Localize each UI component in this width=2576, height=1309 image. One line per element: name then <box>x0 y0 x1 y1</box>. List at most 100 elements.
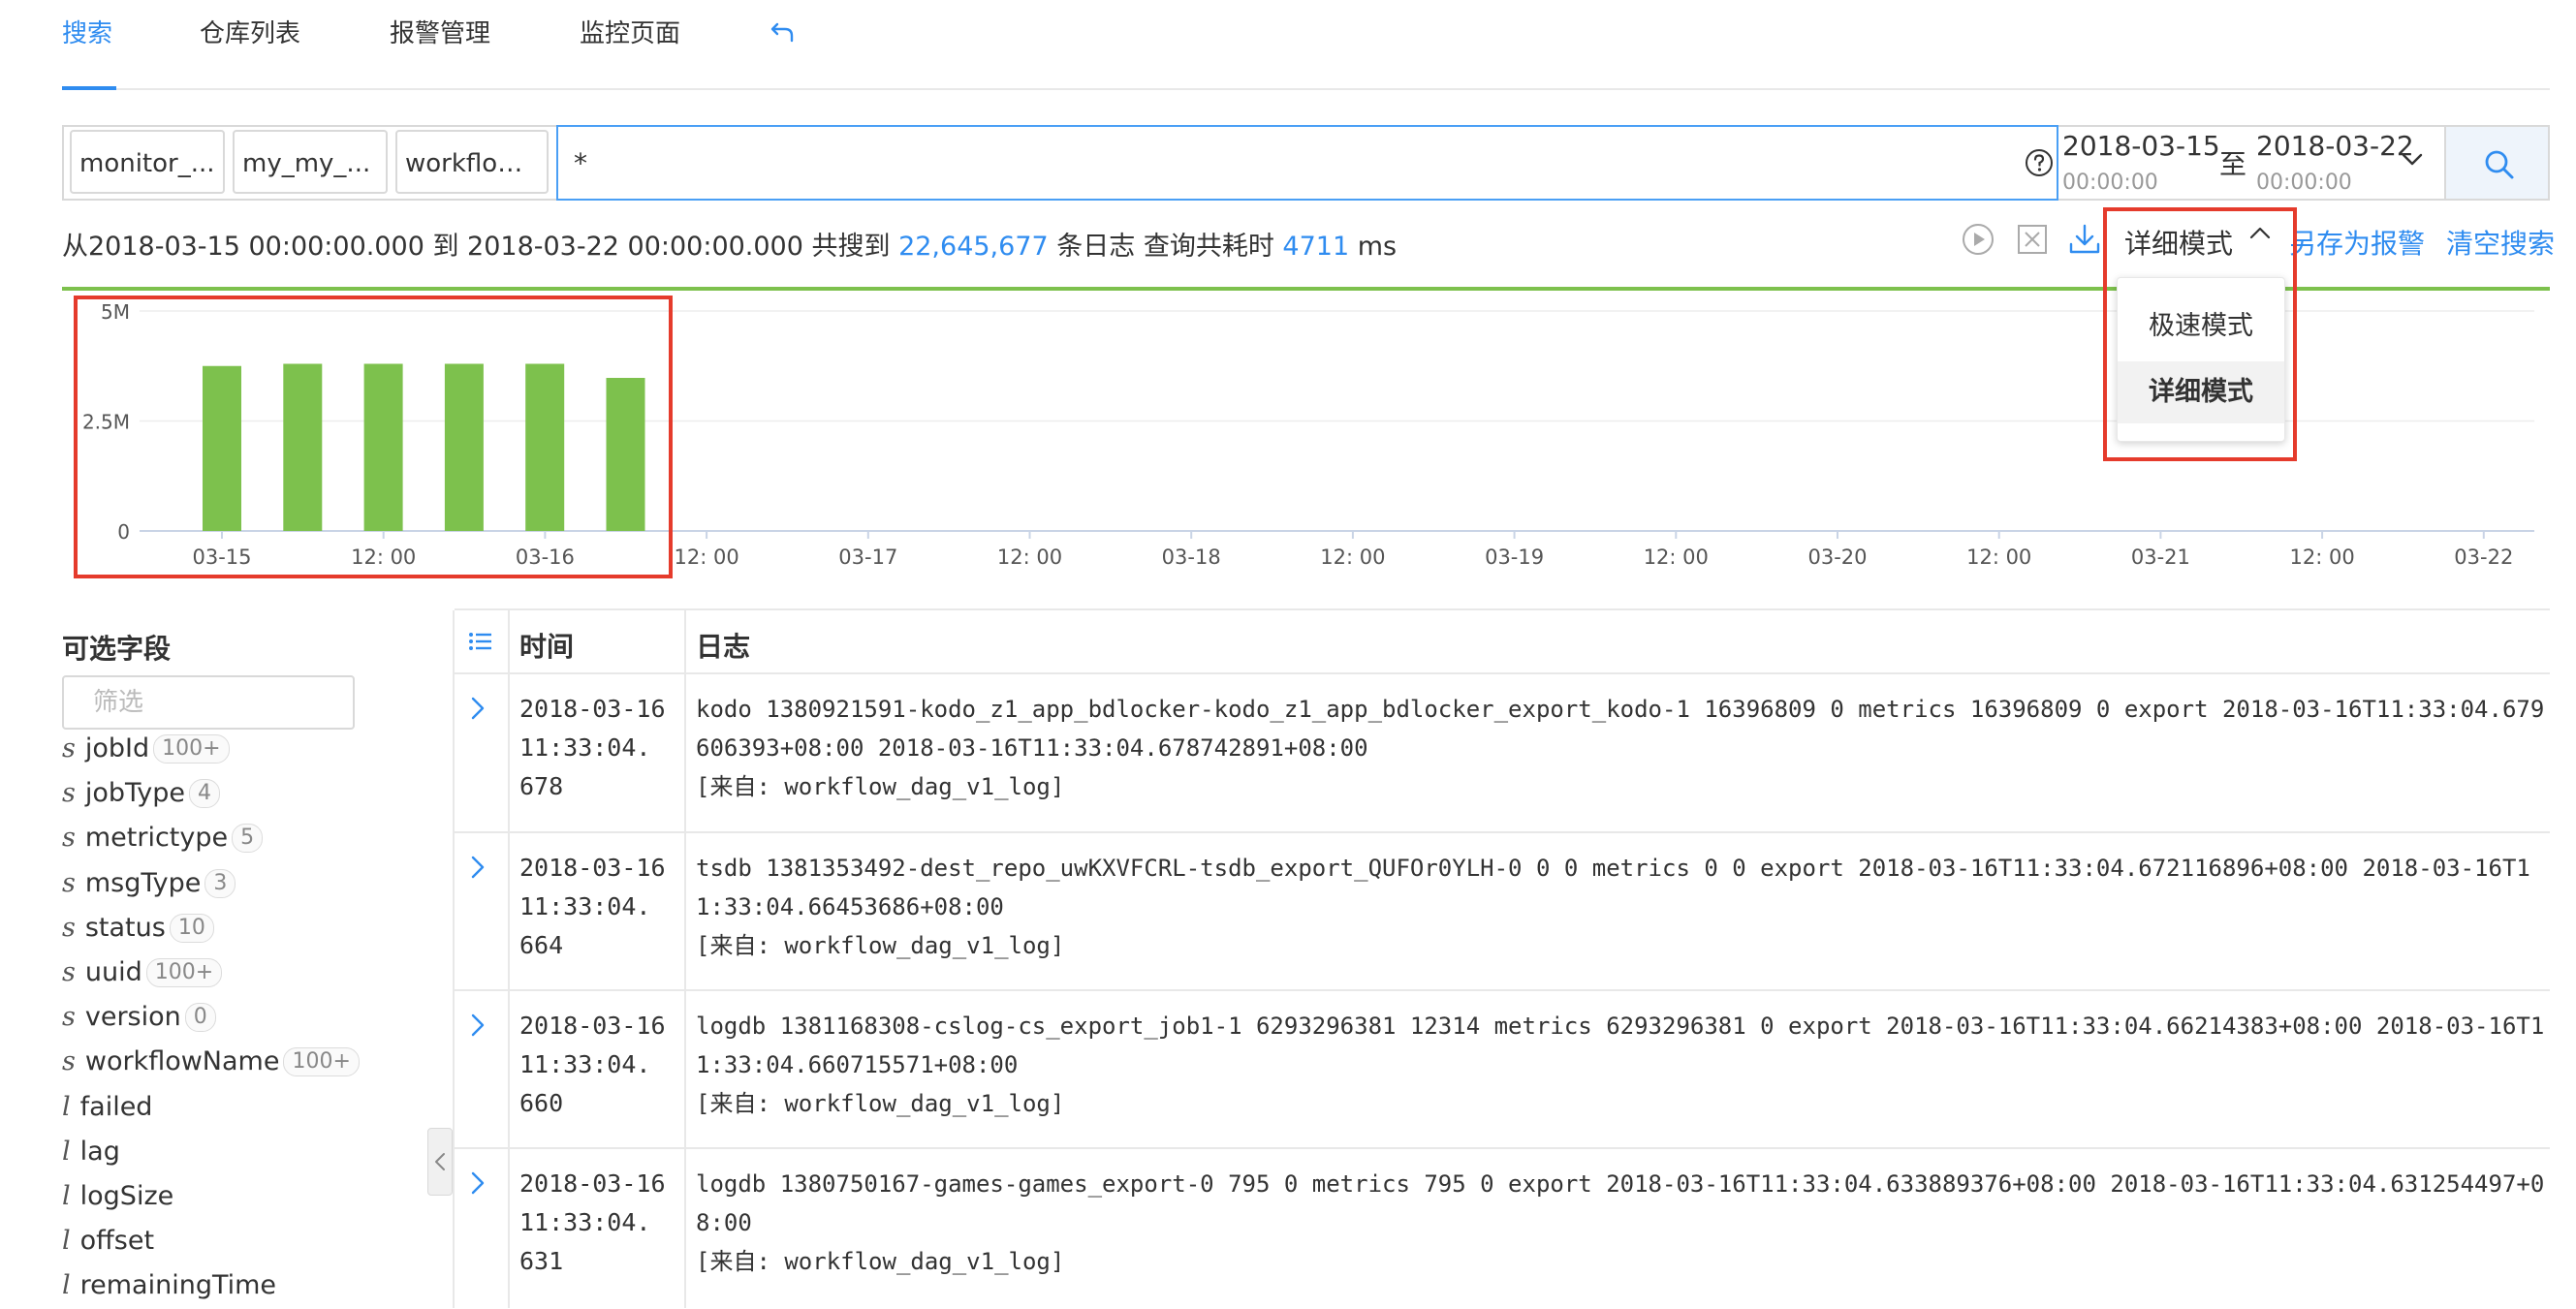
sidebar-collapse-handle[interactable] <box>427 1128 453 1196</box>
field-name: uuid <box>84 957 142 987</box>
chevron-right-icon[interactable] <box>465 696 490 721</box>
list-icon[interactable] <box>467 630 494 653</box>
search-summary: 从2018-03-15 00:00:00.000 到 2018-03-22 00… <box>62 225 1397 263</box>
field-item-remainingTime[interactable]: l remainingTime <box>62 1270 276 1309</box>
log-message-text: logdb 1381168308-cslog-cs_export_job1-1 … <box>696 1013 2545 1078</box>
field-item-offset[interactable]: l offset <box>62 1226 154 1264</box>
table-header-border <box>455 672 2550 674</box>
field-name: jobId <box>84 733 150 764</box>
field-name: logSize <box>79 1181 174 1211</box>
field-count-badge: 4 <box>189 779 221 809</box>
field-item-lag[interactable]: l lag <box>62 1137 120 1175</box>
date-to[interactable]: 2018-03-22 <box>2256 130 2414 162</box>
chevron-left-icon <box>435 1153 445 1170</box>
field-item-metrictype[interactable]: s metrictype 5 <box>62 823 264 861</box>
download-icon[interactable] <box>2066 221 2103 258</box>
time-from: 00:00:00 <box>2062 171 2158 195</box>
tab-alert-management[interactable]: 报警管理 <box>390 14 490 49</box>
chevron-down-icon[interactable] <box>2400 149 2425 169</box>
repo-tag-monitor[interactable]: monitor_... <box>70 130 225 194</box>
x-tick-label: 12: 00 <box>1966 545 2031 569</box>
field-type-marker: l <box>62 1136 71 1167</box>
chevron-right-icon[interactable] <box>465 1013 490 1038</box>
time-to: 00:00:00 <box>2256 171 2352 195</box>
x-tick-label: 03-19 <box>1485 545 1544 569</box>
chevron-right-icon[interactable] <box>465 1170 490 1196</box>
x-tick-label: 12: 00 <box>1320 545 1385 569</box>
column-header-log: 日志 <box>696 631 751 663</box>
field-name: workflowName <box>84 1046 280 1077</box>
field-item-workflowName[interactable]: s workflowName 100+ <box>62 1046 360 1085</box>
field-item-logSize[interactable]: l logSize <box>62 1181 173 1220</box>
field-name: offset <box>79 1226 155 1257</box>
log-time-line: 11:33:04. <box>519 1208 651 1236</box>
query-input[interactable] <box>556 125 2058 201</box>
log-time-cell: 2018-03-16 11:33:04. 664 <box>519 849 675 965</box>
summary-suffix: ms <box>1349 232 1398 262</box>
date-from[interactable]: 2018-03-15 <box>2062 130 2220 162</box>
table-top-border <box>455 608 2550 610</box>
column-divider <box>508 608 510 1308</box>
repo-tag-workflow[interactable]: workflow... <box>395 130 549 194</box>
row-separator <box>455 989 2550 991</box>
field-count-badge: 10 <box>169 913 214 943</box>
x-tick-label: 03-20 <box>1807 545 1867 569</box>
log-message-cell: kodo 1380921591-kodo_z1_app_bdlocker-kod… <box>696 690 2545 806</box>
tab-repo-list[interactable]: 仓库列表 <box>200 14 300 49</box>
tab-monitor-page[interactable]: 监控页面 <box>580 14 680 49</box>
field-item-version[interactable]: s version 0 <box>62 1002 216 1041</box>
search-button[interactable] <box>2446 125 2550 201</box>
field-type-marker: s <box>62 1002 76 1033</box>
log-time-cell: 2018-03-16 11:33:04. 660 <box>519 1007 675 1123</box>
close-box-icon[interactable] <box>2014 221 2051 258</box>
help-icon[interactable] <box>2024 147 2055 178</box>
field-type-marker: s <box>62 778 76 809</box>
tab-search[interactable]: 搜索 <box>62 14 112 49</box>
field-type-marker: l <box>62 1270 71 1301</box>
save-as-alert-link[interactable]: 另存为报警 <box>2289 223 2425 262</box>
field-item-failed[interactable]: l failed <box>62 1092 152 1131</box>
x-tick-label: 12: 00 <box>674 545 738 569</box>
field-count-badge: 3 <box>204 868 236 898</box>
x-tick-label: 03-22 <box>2454 545 2513 569</box>
log-time-line: 664 <box>519 931 564 959</box>
field-name: version <box>84 1002 181 1033</box>
chevron-right-icon[interactable] <box>465 855 490 880</box>
log-message-cell: logdb 1381168308-cslog-cs_export_job1-1 … <box>696 1007 2545 1123</box>
field-type-marker: s <box>62 823 76 854</box>
clear-search-link[interactable]: 清空搜索 <box>2446 223 2555 262</box>
field-item-jobId[interactable]: s jobId 100+ <box>62 733 230 772</box>
field-count-badge: 5 <box>232 824 264 854</box>
x-tick-label: 12: 00 <box>2289 545 2354 569</box>
chart-highlight-box <box>74 296 673 578</box>
log-time-line: 660 <box>519 1089 564 1117</box>
log-message-text: kodo 1380921591-kodo_z1_app_bdlocker-kod… <box>696 696 2545 762</box>
log-time-cell: 2018-03-16 11:33:04. 678 <box>519 690 675 806</box>
log-source: [来自: workflow_dag_v1_log] <box>696 773 1065 800</box>
field-item-uuid[interactable]: s uuid 100+ <box>62 957 223 996</box>
field-type-marker: s <box>62 912 76 943</box>
log-message-cell: logdb 1380750167-games-games_export-0 79… <box>696 1165 2545 1281</box>
field-type-marker: s <box>62 1046 76 1077</box>
sidebar-title: 可选字段 <box>62 633 172 665</box>
undo-icon[interactable] <box>769 17 798 47</box>
log-time-line: 2018-03-16 <box>519 695 666 723</box>
date-range-separator: 至 <box>2219 148 2247 180</box>
summary-prefix: 从2018-03-15 00:00:00.000 到 2018-03-22 00… <box>62 232 899 262</box>
field-name: failed <box>79 1091 153 1122</box>
row-separator <box>455 1147 2550 1149</box>
field-item-msgType[interactable]: s msgType 3 <box>62 868 236 907</box>
x-tick-label: 12: 00 <box>997 545 1062 569</box>
field-type-marker: l <box>62 1181 71 1211</box>
field-name: lag <box>79 1136 120 1167</box>
play-icon[interactable] <box>1960 221 1996 258</box>
query-duration: 4711 <box>1282 232 1350 262</box>
column-header-time[interactable]: 时间 <box>519 626 574 665</box>
repo-tag-my-my[interactable]: my_my_... <box>233 130 388 194</box>
log-source: [来自: workflow_dag_v1_log] <box>696 932 1065 959</box>
field-count-badge: 0 <box>184 1003 216 1033</box>
field-item-jobType[interactable]: s jobType 4 <box>62 778 221 817</box>
search-icon <box>2485 150 2514 179</box>
field-item-status[interactable]: s status 10 <box>62 913 214 951</box>
field-filter-input[interactable] <box>62 675 355 730</box>
